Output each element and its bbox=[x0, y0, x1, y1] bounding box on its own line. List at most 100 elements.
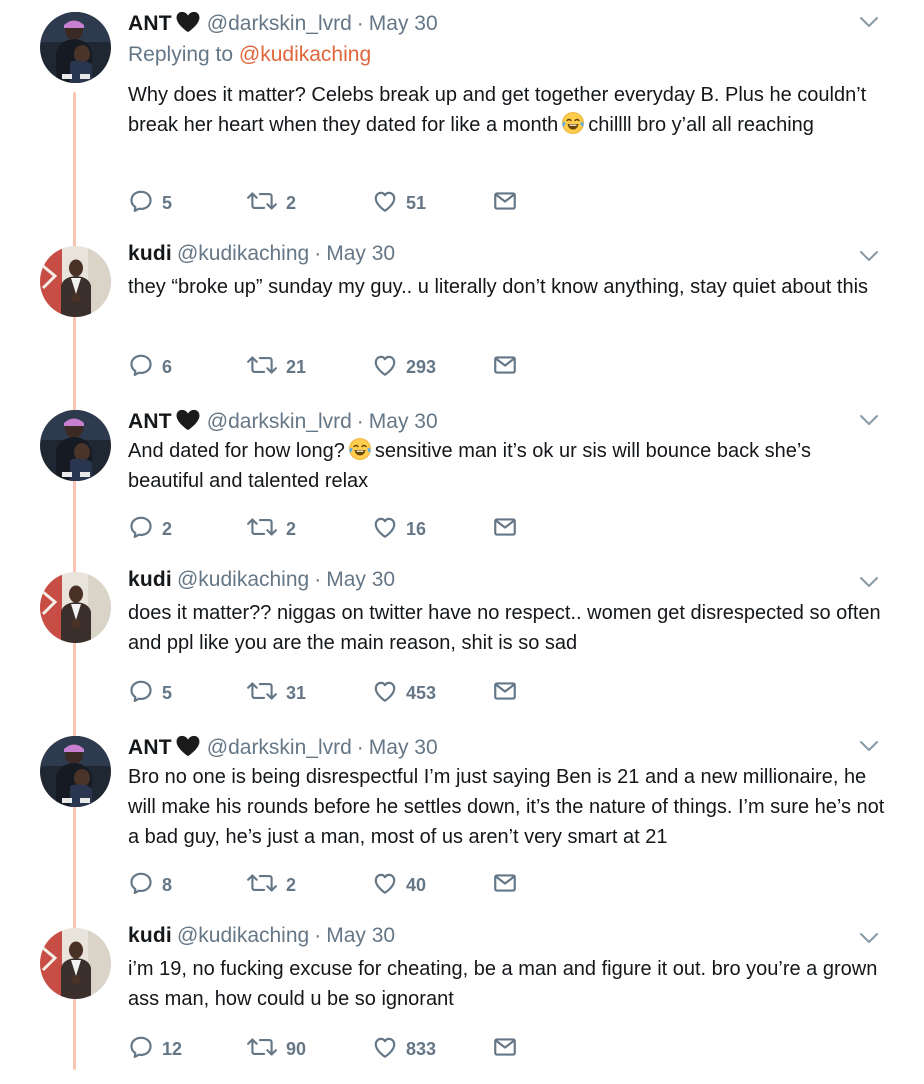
retweet-icon bbox=[246, 352, 278, 378]
reply-icon bbox=[128, 870, 154, 896]
direct-message-button[interactable] bbox=[492, 186, 518, 216]
tweet-date[interactable]: May 30 bbox=[369, 410, 438, 434]
tweet-actions: 6 21 293 bbox=[128, 350, 528, 380]
tweet-text-part: i’m 19, no fucking excuse for cheating, … bbox=[128, 958, 878, 1010]
tweet-date[interactable]: May 30 bbox=[326, 242, 395, 266]
user-handle[interactable]: @darkskin_lvrd bbox=[207, 410, 352, 434]
replying-to: Replying to @kudikaching bbox=[128, 43, 371, 67]
reply-button[interactable]: 8 bbox=[128, 868, 172, 898]
user-handle[interactable]: @kudikaching bbox=[177, 924, 309, 948]
avatar[interactable] bbox=[40, 928, 111, 999]
avatar[interactable] bbox=[40, 736, 111, 807]
direct-message-icon bbox=[492, 1034, 518, 1060]
display-name[interactable]: ANT bbox=[128, 736, 172, 760]
avatar[interactable] bbox=[40, 410, 111, 481]
user-handle[interactable]: @kudikaching bbox=[177, 568, 309, 592]
display-name[interactable]: kudi bbox=[128, 568, 172, 592]
like-icon bbox=[372, 1034, 398, 1060]
user-handle[interactable]: @darkskin_lvrd bbox=[207, 12, 352, 36]
retweet-button[interactable]: 2 bbox=[246, 868, 296, 898]
chevron-down-icon[interactable] bbox=[858, 248, 880, 264]
separator: · bbox=[314, 924, 322, 947]
reply-button[interactable]: 5 bbox=[128, 676, 172, 706]
direct-message-icon bbox=[492, 188, 518, 214]
like-count: 293 bbox=[406, 356, 437, 377]
reply-count: 6 bbox=[162, 356, 173, 377]
reply-button[interactable]: 5 bbox=[128, 186, 172, 216]
retweet-icon bbox=[246, 678, 278, 704]
retweet-count: 31 bbox=[286, 682, 307, 703]
direct-message-button[interactable] bbox=[492, 1032, 518, 1062]
tweet-actions: 5 31 453 bbox=[128, 676, 528, 706]
tweet-text: i’m 19, no fucking excuse for cheating, … bbox=[128, 954, 888, 1014]
retweet-count: 2 bbox=[286, 192, 297, 213]
tweet-header: ANT @darkskin_lvrd · May 30 bbox=[128, 8, 438, 36]
tweet-date[interactable]: May 30 bbox=[326, 568, 395, 592]
tweet-header: kudi @kudikaching · May 30 bbox=[128, 924, 395, 952]
face-with-tears-of-joy-icon bbox=[561, 111, 585, 135]
reply-button[interactable]: 12 bbox=[128, 1032, 182, 1062]
like-button[interactable]: 293 bbox=[372, 350, 436, 380]
chevron-down-icon[interactable] bbox=[858, 574, 880, 590]
tweet-text: Why does it matter? Celebs break up and … bbox=[128, 80, 888, 140]
reply-button[interactable]: 6 bbox=[128, 350, 172, 380]
display-name[interactable]: kudi bbox=[128, 924, 172, 948]
tweet-date[interactable]: May 30 bbox=[369, 736, 438, 760]
direct-message-button[interactable] bbox=[492, 350, 518, 380]
tweet-text: does it matter?? niggas on twitter have … bbox=[128, 598, 888, 658]
direct-message-icon bbox=[492, 678, 518, 704]
like-button[interactable]: 40 bbox=[372, 868, 426, 898]
tweet-actions: 5 2 51 bbox=[128, 186, 528, 216]
tweet-header: kudi @kudikaching · May 30 bbox=[128, 242, 395, 270]
retweet-button[interactable]: 2 bbox=[246, 512, 296, 542]
chevron-down-icon[interactable] bbox=[858, 14, 880, 30]
tweet-header: ANT @darkskin_lvrd · May 30 bbox=[128, 406, 438, 434]
chevron-down-icon[interactable] bbox=[858, 738, 880, 754]
reply-icon bbox=[128, 352, 154, 378]
tweet-date[interactable]: May 30 bbox=[369, 12, 438, 36]
user-handle[interactable]: @kudikaching bbox=[177, 242, 309, 266]
like-count: 16 bbox=[406, 518, 427, 539]
retweet-button[interactable]: 2 bbox=[246, 186, 296, 216]
tweet-text-part: Bro no one is being disrespectful I’m ju… bbox=[128, 766, 885, 848]
display-name[interactable]: kudi bbox=[128, 242, 172, 266]
separator: · bbox=[314, 242, 322, 265]
direct-message-button[interactable] bbox=[492, 868, 518, 898]
tweet-header: ANT @darkskin_lvrd · May 30 bbox=[128, 732, 438, 760]
reply-handle-link[interactable]: @kudikaching bbox=[239, 43, 371, 66]
direct-message-icon bbox=[492, 352, 518, 378]
chevron-down-icon[interactable] bbox=[858, 412, 880, 428]
direct-message-button[interactable] bbox=[492, 512, 518, 542]
reply-icon bbox=[128, 678, 154, 704]
reply-button[interactable]: 2 bbox=[128, 512, 172, 542]
reply-icon bbox=[128, 1034, 154, 1060]
like-button[interactable]: 833 bbox=[372, 1032, 436, 1062]
reply-count: 8 bbox=[162, 874, 173, 895]
tweet-text: Bro no one is being disrespectful I’m ju… bbox=[128, 762, 888, 852]
tweet-date[interactable]: May 30 bbox=[326, 924, 395, 948]
display-name[interactable]: ANT bbox=[128, 12, 172, 36]
display-name[interactable]: ANT bbox=[128, 410, 172, 434]
chevron-down-icon[interactable] bbox=[858, 930, 880, 946]
retweet-button[interactable]: 90 bbox=[246, 1032, 306, 1062]
like-button[interactable]: 51 bbox=[372, 186, 426, 216]
avatar[interactable] bbox=[40, 572, 111, 643]
direct-message-button[interactable] bbox=[492, 676, 518, 706]
retweet-button[interactable]: 31 bbox=[246, 676, 306, 706]
like-count: 40 bbox=[406, 874, 427, 895]
black-heart-icon bbox=[174, 11, 202, 33]
tweet-text-part: they “broke up” sunday my guy.. u litera… bbox=[128, 276, 869, 298]
user-handle[interactable]: @darkskin_lvrd bbox=[207, 736, 352, 760]
tweet-text-part: chillll bro y’all all reaching bbox=[588, 114, 814, 136]
retweet-button[interactable]: 21 bbox=[246, 350, 306, 380]
like-button[interactable]: 453 bbox=[372, 676, 436, 706]
avatar[interactable] bbox=[40, 246, 111, 317]
tweet-actions: 12 90 833 bbox=[128, 1032, 528, 1062]
like-icon bbox=[372, 678, 398, 704]
avatar[interactable] bbox=[40, 12, 111, 83]
tweet-text: they “broke up” sunday my guy.. u litera… bbox=[128, 272, 888, 302]
separator: · bbox=[356, 736, 364, 759]
reply-count: 12 bbox=[162, 1038, 183, 1059]
black-heart-icon bbox=[174, 735, 202, 757]
like-button[interactable]: 16 bbox=[372, 512, 426, 542]
